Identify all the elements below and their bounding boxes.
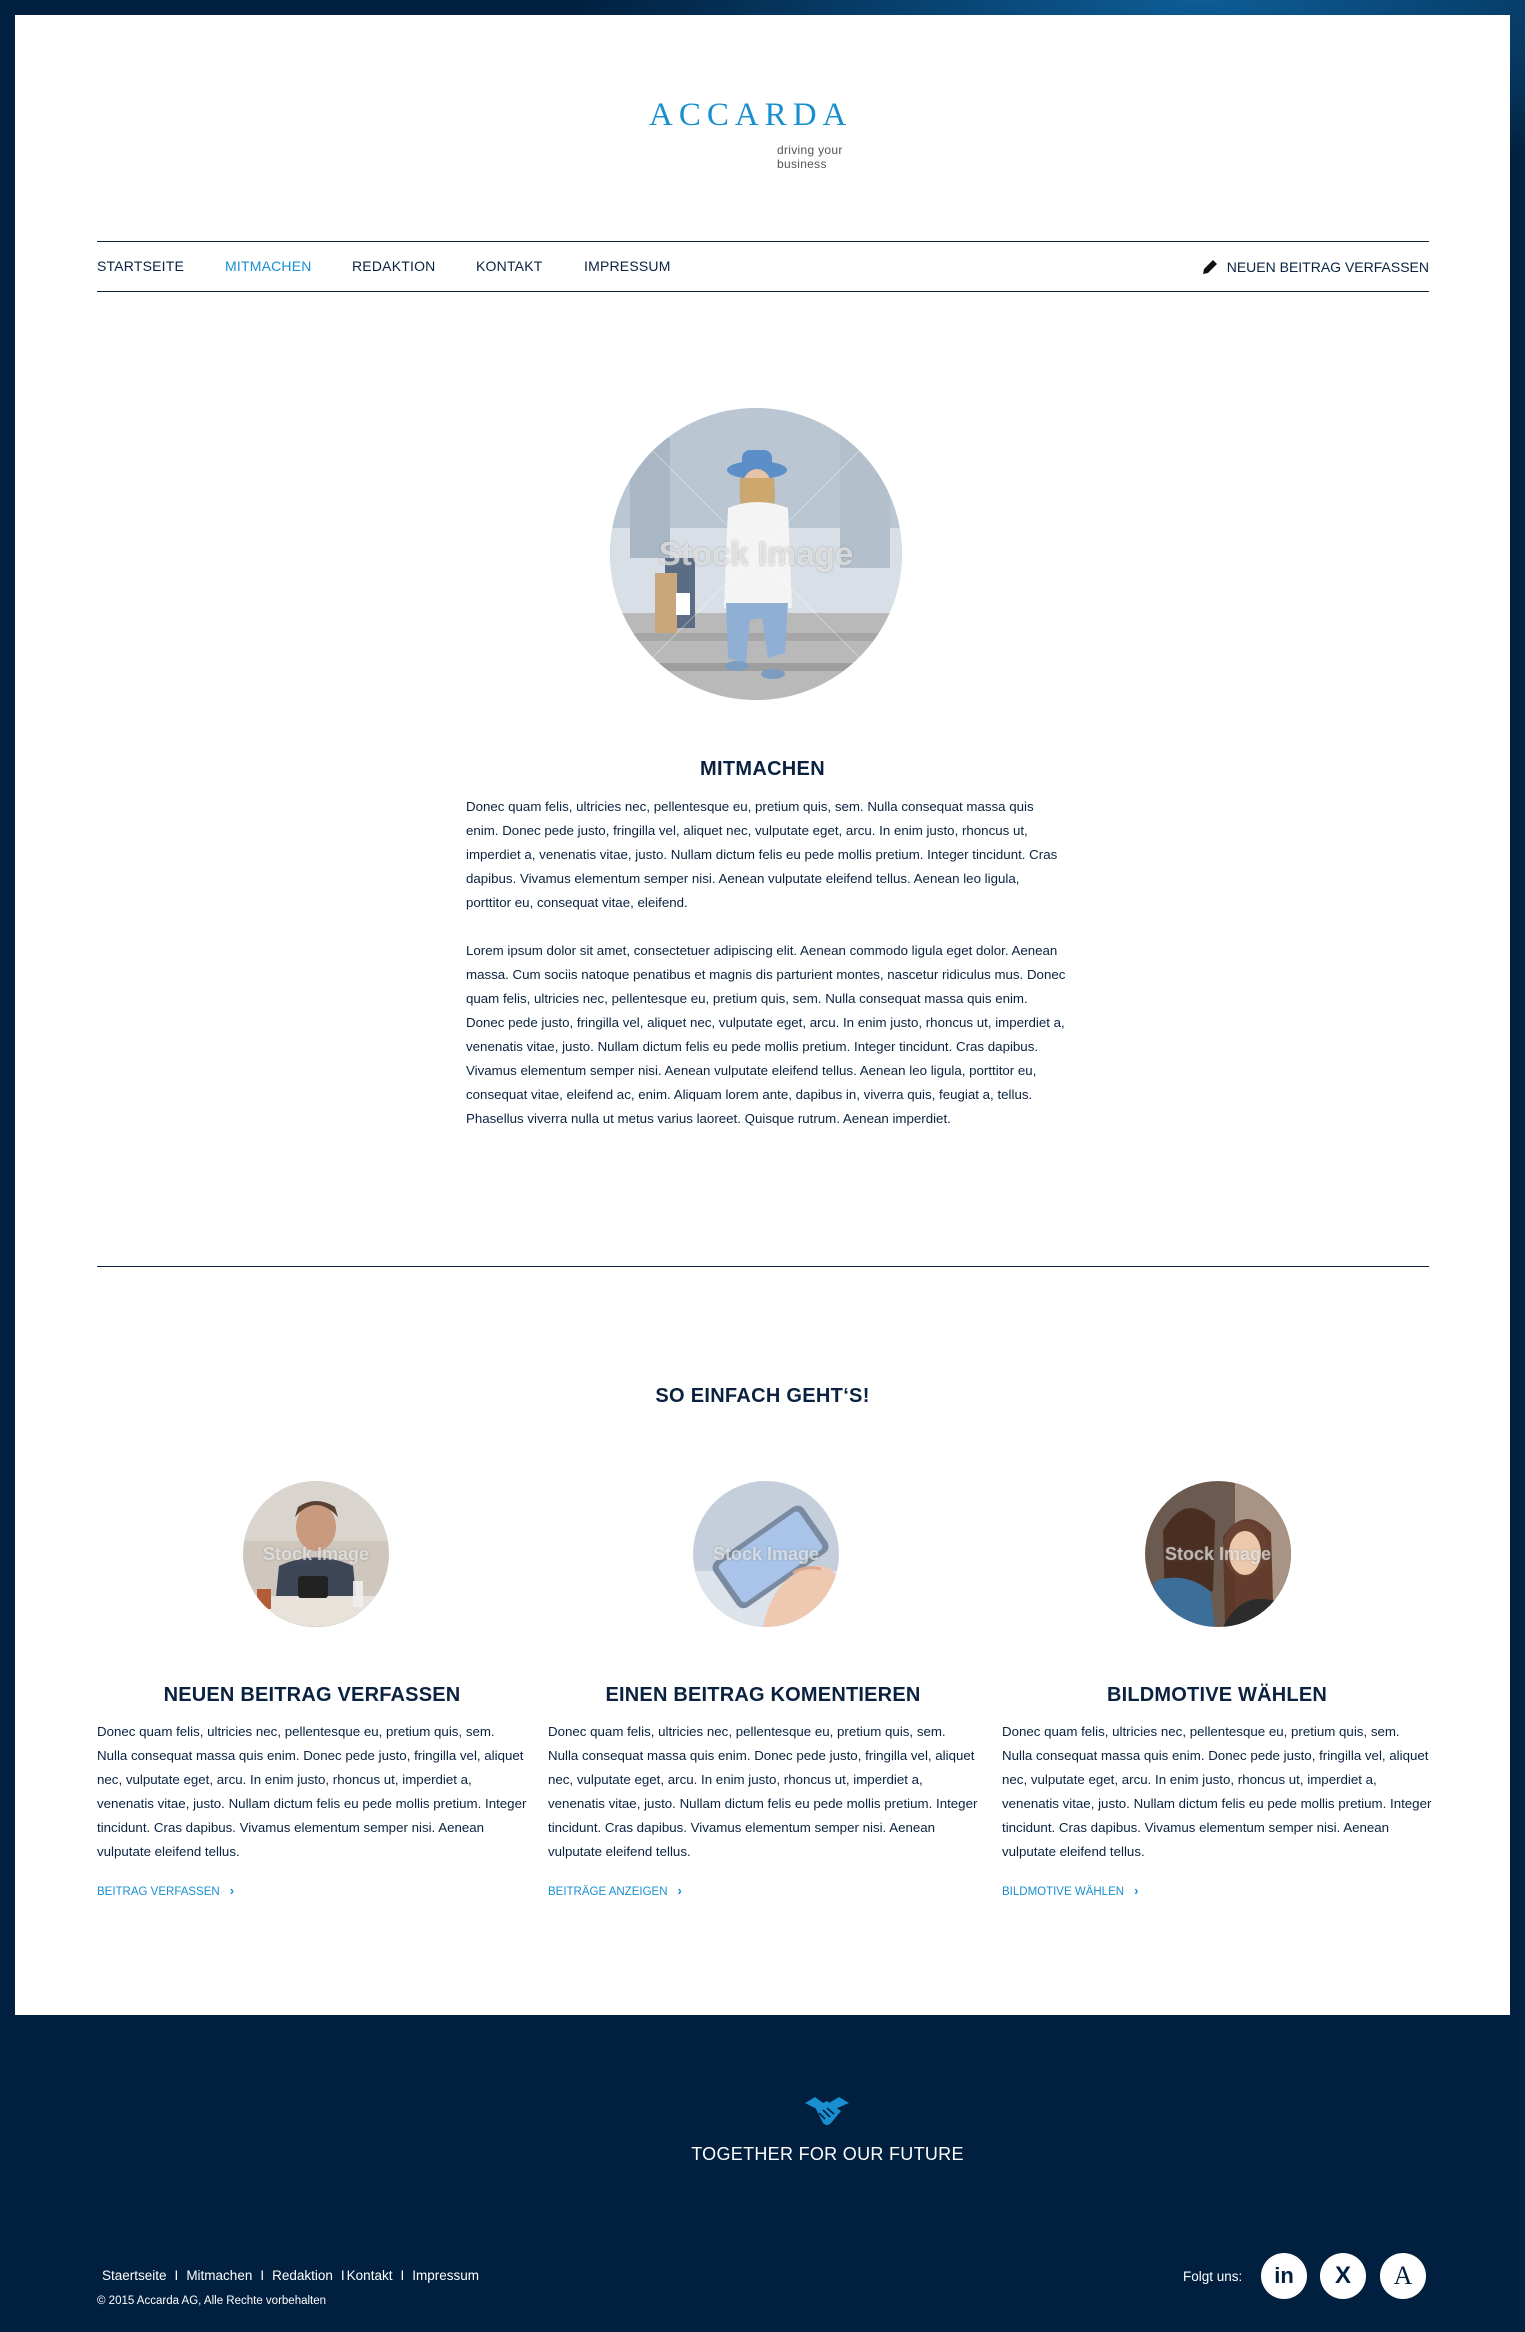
nav-item-startseite[interactable]: STARTSEITE (97, 258, 184, 274)
stock-watermark: Stock Image (1164, 1543, 1272, 1564)
step-photo-man: Stock Image (243, 1481, 389, 1627)
new-post-button[interactable]: NEUEN BEITRAG VERFASSEN (1202, 258, 1429, 278)
intro-paragraph-1: Donec quam felis, ultricies nec, pellent… (466, 799, 1058, 910)
intro-paragraph-2: Lorem ipsum dolor sit amet, consectetuer… (466, 943, 1066, 1126)
chevron-right-icon: › (677, 1883, 682, 1898)
nav-item-kontakt[interactable]: KONTAKT (476, 258, 542, 274)
step-photo-phone: Stock Image (693, 1481, 839, 1627)
logo[interactable]: ACCARDA driving your business (649, 97, 889, 171)
write-post-link[interactable]: BEITRAG VERFASSEN › (97, 1883, 234, 1898)
handshake-icon (803, 2093, 851, 2134)
pencil-icon (1202, 258, 1219, 278)
step-text: Donec quam felis, ultricies nec, pellent… (548, 1724, 978, 1859)
stock-watermark: Stock Image (712, 1543, 820, 1564)
footer-link-kontakt[interactable]: Kontakt (347, 2268, 393, 2283)
follow-label: Folgt uns: (1183, 2269, 1243, 2284)
nav-item-impressum[interactable]: IMPRESSUM (584, 258, 671, 274)
link-label: BILDMOTIVE WÄHLEN (1002, 1886, 1125, 1898)
choose-motifs-link[interactable]: BILDMOTIVE WÄHLEN › (1002, 1883, 1138, 1898)
chevron-right-icon: › (229, 1883, 235, 1898)
step-photo-women: Stock Image (1145, 1481, 1291, 1627)
step-text: Donec quam felis, ultricies nec, pellent… (1002, 1724, 1432, 1859)
link-label: BEITRÄGE ANZEIGEN (548, 1886, 668, 1898)
footer-links: Staertseite I Mitmachen I Redaktion I Kontakt I… (102, 2268, 479, 2283)
logo-wordmark: ACCARDA (649, 97, 853, 133)
section-divider (97, 1266, 1429, 1267)
footer-link-impressum[interactable]: Impressum (412, 2268, 479, 2283)
footer-link-mitmachen[interactable]: Mitmachen (186, 2268, 252, 2283)
step-title: NEUEN BEITRAG VERFASSEN (163, 1684, 461, 1706)
linkedin-icon[interactable]: in (1261, 2253, 1307, 2299)
xing-icon[interactable]: X (1320, 2253, 1366, 2299)
footer-link-redaktion[interactable]: Redaktion (272, 2268, 333, 2283)
copyright: © 2015 Accarda AG, Alle Rechte vorbehalt… (97, 2295, 327, 2307)
page-title: MITMACHEN (700, 758, 825, 780)
page-card: ACCARDA driving your business STARTSEITE… (15, 15, 1510, 2015)
nav-item-redaktion[interactable]: REDAKTION (352, 258, 435, 274)
logo-tagline: driving your business (777, 143, 843, 171)
how-title: SO EINFACH GEHT‘S! (655, 1385, 870, 1407)
step-text: Donec quam felis, ultricies nec, pellent… (97, 1724, 527, 1859)
show-posts-link[interactable]: BEITRÄGE ANZEIGEN › (548, 1883, 682, 1898)
footer-slogan: TOGETHER FOR OUR FUTURE (691, 2144, 964, 2164)
main-nav: STARTSEITE MITMACHEN REDAKTION KONTAKT I… (97, 241, 1429, 292)
step-title: EINEN BEITRAG KOMENTIEREN (605, 1684, 921, 1706)
chevron-right-icon: › (1134, 1883, 1139, 1898)
hero-photo: Stock Image (610, 408, 902, 700)
stock-watermark: Stock Image (262, 1543, 370, 1564)
link-label: BEITRAG VERFASSEN (97, 1886, 220, 1898)
footer-link-startseite[interactable]: Staertseite (102, 2268, 167, 2283)
stock-watermark: Stock Image (658, 535, 854, 572)
new-post-label: NEUEN BEITRAG VERFASSEN (1226, 259, 1429, 275)
nav-item-mitmachen[interactable]: MITMACHEN (225, 258, 312, 274)
step-title: BILDMOTIVE WÄHLEN (1106, 1684, 1328, 1706)
a-icon[interactable]: A (1380, 2253, 1426, 2299)
